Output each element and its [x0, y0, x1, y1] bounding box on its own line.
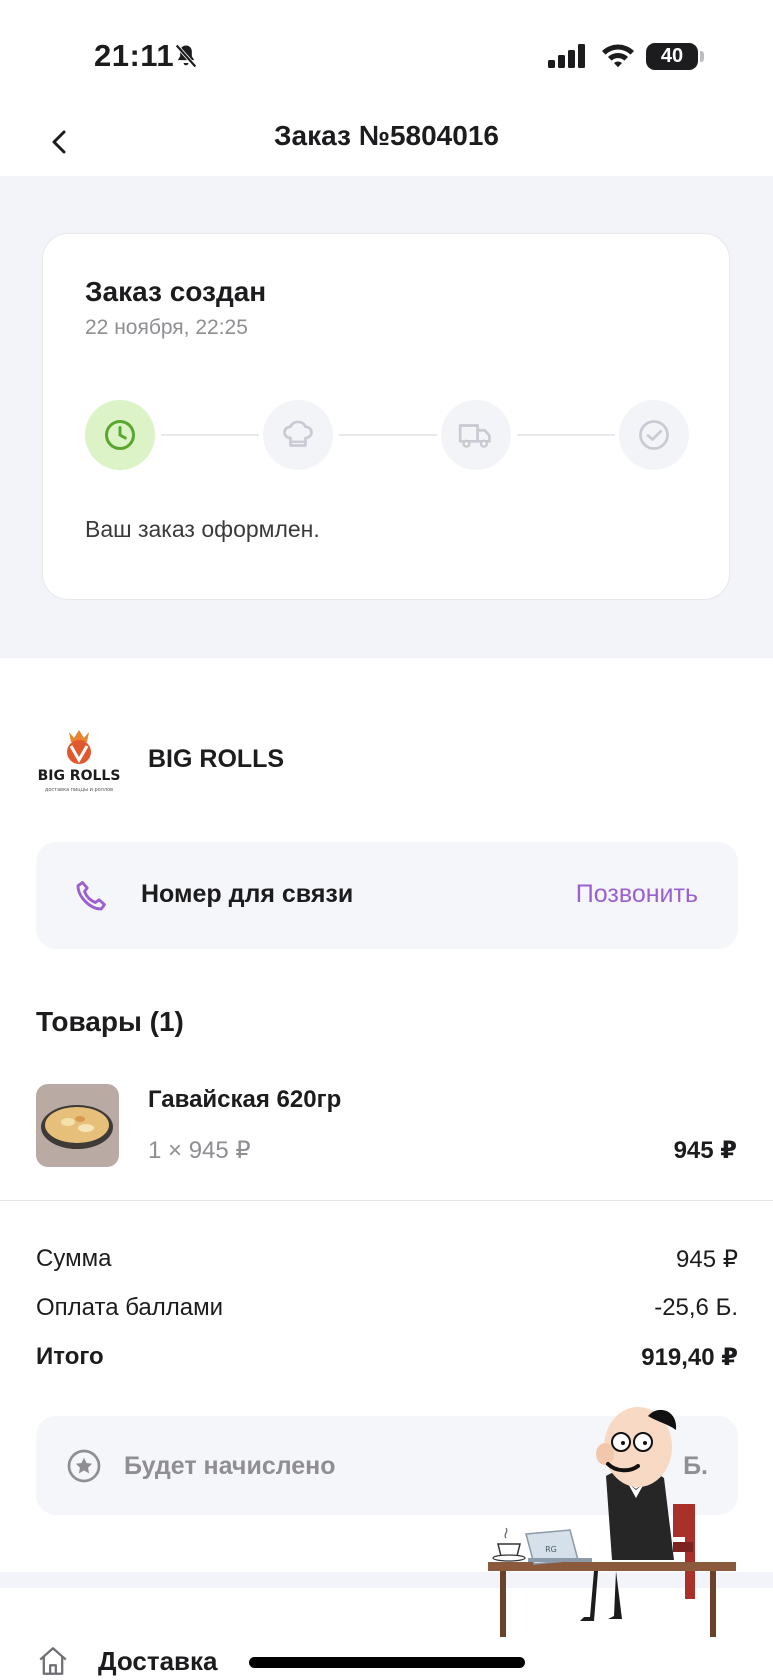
chef-hat-icon — [283, 420, 313, 447]
status-bar: 21:11 40 — [0, 0, 773, 110]
step-created — [85, 400, 155, 470]
step-connector — [161, 434, 259, 436]
battery-cap — [700, 51, 704, 62]
contact-label: Номер для связи — [141, 880, 354, 908]
restaurant-name: BIG ROLLS — [148, 745, 285, 773]
home-icon — [39, 1647, 67, 1675]
svg-text:BIG ROLLS: BIG ROLLS — [38, 768, 121, 784]
status-title: Заказ создан — [85, 276, 267, 307]
divider — [0, 1200, 773, 1201]
big-rolls-logo: BIG ROLLS доставка пиццы и роллов — [38, 730, 121, 793]
contact-card: Номер для связи Позвонить — [36, 842, 738, 949]
bonus-label: Будет начислено — [124, 1452, 336, 1480]
summary-points-row: Оплата баллами -25,6 Б. — [36, 1294, 738, 1322]
total-label: Итого — [36, 1343, 104, 1370]
item-total: 945 ₽ — [673, 1137, 737, 1164]
bell-muted-icon — [175, 44, 197, 68]
item-quantity-price: 1 × 945 ₽ — [148, 1137, 251, 1164]
step-delivery — [441, 400, 511, 470]
header: Заказ №5804016 — [0, 110, 773, 176]
home-indicator — [249, 1657, 525, 1668]
svg-text:доставка пиццы и роллов: доставка пиццы и роллов — [45, 787, 113, 793]
clock-icon — [105, 420, 135, 450]
summary-total-row: Итого 919,40 ₽ — [36, 1343, 738, 1372]
waiter-mascot-illustration: RG — [488, 1407, 736, 1637]
restaurant-logo: BIG ROLLS доставка пиццы и роллов — [36, 722, 122, 798]
order-status-section: Заказ создан 22 ноября, 22:25 Ваш заказ … — [0, 176, 773, 658]
delivery-label: Доставка — [98, 1646, 218, 1676]
step-completed — [619, 400, 689, 470]
check-circle-icon — [639, 420, 669, 450]
summary-sum-row: Сумма 945 ₽ — [36, 1245, 738, 1274]
points-value: -25,6 Б. — [654, 1294, 738, 1321]
sum-value: 945 ₽ — [676, 1246, 738, 1273]
battery-indicator: 40 — [646, 43, 698, 70]
step-cooking — [263, 400, 333, 470]
delivery-truck-icon — [458, 424, 491, 448]
step-connector — [339, 434, 437, 436]
phone-icon — [76, 881, 106, 911]
star-icon — [67, 1449, 101, 1483]
call-button[interactable]: Позвонить — [576, 880, 698, 909]
page-title: Заказ №5804016 — [274, 120, 499, 151]
step-connector — [517, 434, 615, 436]
item-name: Гавайская 620гр — [148, 1086, 342, 1113]
order-status-card: Заказ создан 22 ноября, 22:25 Ваш заказ … — [42, 233, 730, 600]
status-date: 22 ноября, 22:25 — [85, 316, 248, 339]
status-time: 21:11 — [94, 38, 175, 73]
sum-label: Сумма — [36, 1245, 112, 1272]
items-heading: Товары (1) — [36, 1006, 184, 1037]
signal-icon — [548, 44, 585, 68]
svg-text:RG: RG — [545, 1545, 557, 1554]
status-message: Ваш заказ оформлен. — [85, 516, 320, 542]
item-image — [36, 1084, 119, 1167]
points-label: Оплата баллами — [36, 1294, 224, 1321]
wifi-icon — [602, 44, 634, 68]
total-value: 919,40 ₽ — [641, 1344, 738, 1371]
